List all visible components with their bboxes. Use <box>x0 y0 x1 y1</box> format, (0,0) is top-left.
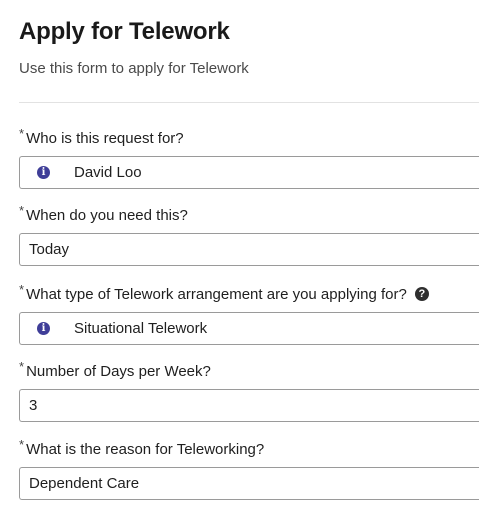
days-per-week-field[interactable]: 3 <box>19 389 479 422</box>
need-date-field[interactable]: Today <box>19 233 479 266</box>
required-marker: * <box>19 282 25 297</box>
required-marker: * <box>19 203 25 218</box>
info-icon: i <box>37 322 50 335</box>
requester-value: David Loo <box>74 164 142 181</box>
reason-value: Dependent Care <box>29 475 140 492</box>
days-per-week-label: * Number of Days per Week? <box>19 359 211 380</box>
need-date-value: Today <box>29 241 70 258</box>
required-marker: * <box>19 437 25 452</box>
page-title: Apply for Telework <box>19 18 230 45</box>
question-circle-icon[interactable]: ? <box>414 287 429 301</box>
required-marker: * <box>19 359 25 374</box>
need-date-label-text: When do you need this? <box>26 207 188 224</box>
need-date-label: * When do you need this? <box>19 203 188 224</box>
header-divider <box>19 102 479 103</box>
arrangement-type-label: * What type of Telework arrangement are … <box>19 282 429 303</box>
page-subtitle: Use this form to apply for Telework <box>19 60 249 77</box>
requester-field[interactable]: i David Loo <box>19 156 479 189</box>
required-marker: * <box>19 126 25 141</box>
reason-field[interactable]: Dependent Care <box>19 467 479 500</box>
reason-label-text: What is the reason for Teleworking? <box>26 441 265 458</box>
info-icon: i <box>37 166 50 179</box>
reason-label: * What is the reason for Teleworking? <box>19 437 265 458</box>
arrangement-type-label-text: What type of Telework arrangement are yo… <box>26 286 407 303</box>
days-per-week-label-text: Number of Days per Week? <box>26 363 211 380</box>
requester-label: * Who is this request for? <box>19 126 184 147</box>
arrangement-type-field[interactable]: i Situational Telework <box>19 312 479 345</box>
days-per-week-value: 3 <box>29 397 38 414</box>
arrangement-type-value: Situational Telework <box>74 320 208 337</box>
requester-label-text: Who is this request for? <box>26 130 184 147</box>
